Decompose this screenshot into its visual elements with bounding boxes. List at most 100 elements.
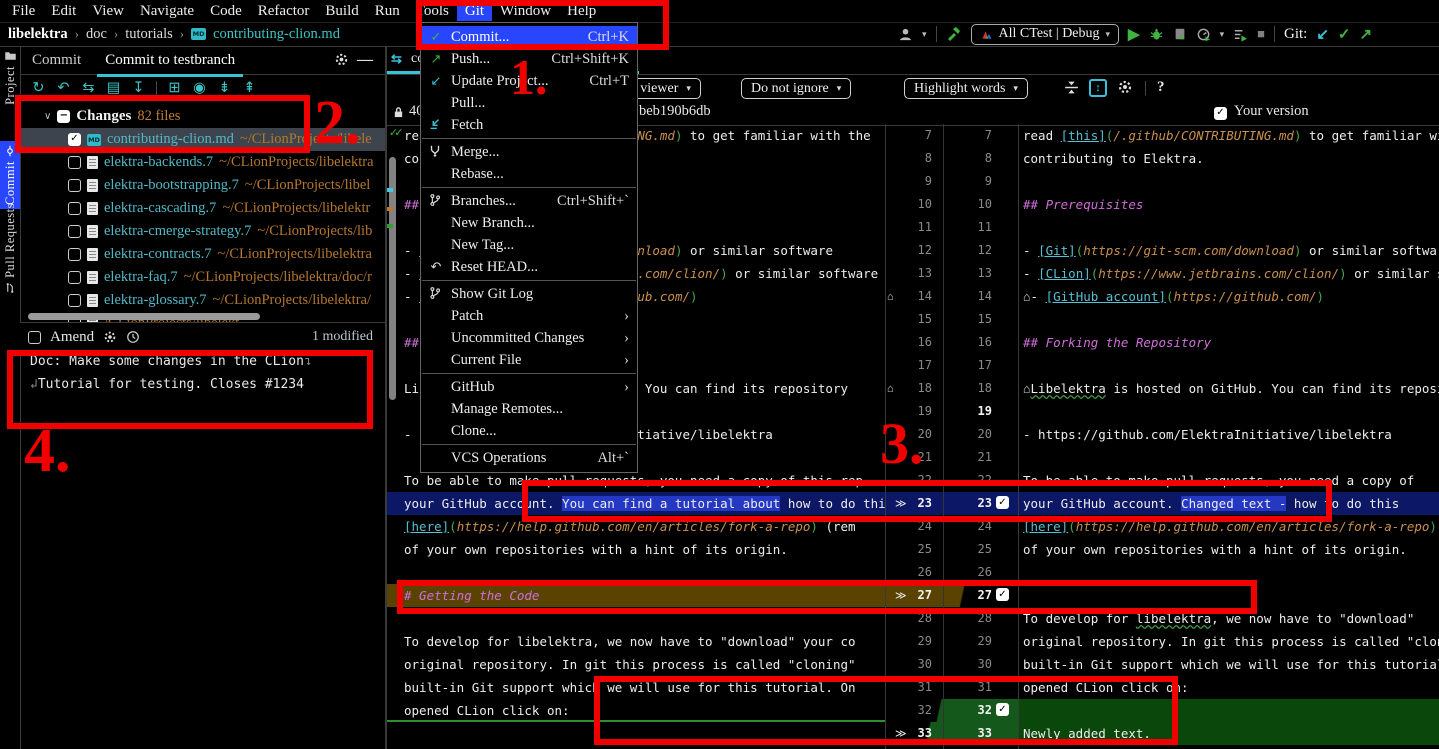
menu-build[interactable]: Build: [317, 2, 366, 21]
changes-checkbox[interactable]: −: [57, 110, 70, 123]
menu-view[interactable]: View: [84, 2, 132, 21]
menu-navigate[interactable]: Navigate: [132, 2, 202, 21]
menu-code[interactable]: Code: [202, 2, 250, 21]
file-checkbox[interactable]: [68, 225, 81, 238]
file-checkbox[interactable]: [68, 294, 81, 307]
file-row[interactable]: ✓MDcontributing-clion.md~/CLionProjects/…: [20, 128, 385, 151]
preview-diff-icon[interactable]: ◉: [187, 80, 212, 97]
git-menu-item-reset-head[interactable]: ↶Reset HEAD...: [421, 256, 637, 278]
git-menu-item-push[interactable]: ↗Push...Ctrl+Shift+K: [421, 48, 637, 70]
git-menu-item-manage-remotes[interactable]: Manage Remotes...: [421, 398, 637, 420]
vertical-scrollbar[interactable]: [389, 157, 396, 400]
commit-message-editor[interactable]: Doc: Make some changes in the CLion↴ ↲Tu…: [20, 350, 385, 482]
file-checkbox[interactable]: [68, 271, 81, 284]
profiler-button[interactable]: [1196, 27, 1211, 42]
git-menu-item-github[interactable]: GitHub›: [421, 376, 637, 398]
git-menu-item-new-tag[interactable]: New Tag...: [421, 234, 637, 256]
git-push-button[interactable]: ↗: [1359, 25, 1372, 44]
user-icon[interactable]: [898, 27, 913, 42]
git-menu-item-rebase[interactable]: Rebase...: [421, 163, 637, 185]
git-menu-item-current-file[interactable]: Current File›: [421, 349, 637, 371]
file-checkbox[interactable]: [68, 179, 81, 192]
stop-button[interactable]: ■: [1257, 26, 1265, 42]
collapse-unchanged-icon[interactable]: [1063, 79, 1080, 96]
rollback-icon[interactable]: ↶: [51, 80, 76, 97]
chevron-down-icon[interactable]: ∨: [44, 111, 51, 122]
git-menu-item-clone[interactable]: Clone...: [421, 420, 637, 442]
tab-commit-to-testbranch[interactable]: Commit to testbranch: [105, 52, 235, 69]
your-version-checkbox[interactable]: ✓: [1214, 107, 1227, 120]
menu-help[interactable]: Help: [559, 2, 604, 21]
file-row[interactable]: elektra-faq.7~/CLionProjects/libelektra/…: [20, 266, 385, 289]
file-row[interactable]: elektra-cascading.7~/CLionProjects/libel…: [20, 197, 385, 220]
git-menu-item-pull[interactable]: Pull...: [421, 92, 637, 114]
run-with-options-button[interactable]: [1233, 27, 1248, 42]
git-menu-item-show-git-log[interactable]: Show Git Log: [421, 283, 637, 305]
changelist-icon[interactable]: ▤: [101, 80, 126, 97]
chevron-down-icon[interactable]: ▾: [922, 29, 927, 40]
git-menu-item-patch[interactable]: Patch›: [421, 305, 637, 327]
sidebar-item-pull-requests[interactable]: Pull Requests: [0, 203, 20, 294]
gear-icon[interactable]: [334, 52, 349, 67]
horizontal-scrollbar[interactable]: [28, 313, 260, 320]
file-row[interactable]: elektra-contracts.7~/CLionProjects/libel…: [20, 243, 385, 266]
help-icon[interactable]: ?: [1157, 79, 1165, 96]
hide-icon[interactable]: —: [357, 51, 373, 69]
git-menu-item-commit[interactable]: ✓Commit...Ctrl+K: [421, 26, 637, 48]
git-menu-item-uncommitted-changes[interactable]: Uncommitted Changes›: [421, 327, 637, 349]
git-menu-item-new-branch[interactable]: New Branch...: [421, 212, 637, 234]
gear-icon[interactable]: [103, 330, 117, 344]
breadcrumb-item[interactable]: tutorials: [125, 26, 173, 43]
collapse-all-icon[interactable]: ⇞: [237, 80, 262, 97]
whitespace-select[interactable]: Do not ignore▾: [741, 78, 851, 99]
menu-refactor[interactable]: Refactor: [250, 2, 318, 21]
include-change-checkbox[interactable]: ✓: [996, 496, 1009, 509]
changes-node[interactable]: ∨ − Changes 82 files: [20, 105, 385, 128]
menu-window[interactable]: Window: [492, 2, 559, 21]
refresh-icon[interactable]: ↻: [26, 80, 51, 97]
file-row[interactable]: elektra-glossary.7~/CLionProjects/libele…: [20, 289, 385, 312]
file-checkbox[interactable]: [68, 156, 81, 169]
highlight-mode-select[interactable]: Highlight words▾: [904, 78, 1028, 99]
breadcrumb-item[interactable]: doc: [86, 26, 107, 43]
menu-edit[interactable]: Edit: [43, 2, 84, 21]
diff-right-editor[interactable]: read [this](/.github/CONTRIBUTING.md) to…: [1019, 124, 1439, 749]
file-checkbox[interactable]: [68, 248, 81, 261]
sidebar-item-commit[interactable]: Commit: [0, 141, 20, 209]
git-menu-item-merge[interactable]: Merge...: [421, 141, 637, 163]
chevron-down-icon[interactable]: ▾: [1220, 29, 1225, 40]
file-row[interactable]: elektra-backends.7~/CLionProjects/libele…: [20, 151, 385, 174]
menu-tools[interactable]: Tools: [408, 2, 457, 21]
sync-scroll-icon[interactable]: ↕: [1089, 79, 1107, 97]
menu-run[interactable]: Run: [367, 2, 408, 21]
file-row[interactable]: elektra-cmerge-strategy.7~/CLionProjects…: [20, 220, 385, 243]
debug-button[interactable]: [1149, 27, 1164, 42]
group-by-icon[interactable]: ⊞: [162, 80, 187, 97]
gear-icon[interactable]: [1117, 79, 1133, 95]
include-change-checkbox[interactable]: ✓: [996, 588, 1009, 601]
run-button[interactable]: ▶: [1128, 25, 1140, 44]
file-checkbox[interactable]: [68, 202, 81, 215]
git-menu-item-branches[interactable]: Branches...Ctrl+Shift+`: [421, 190, 637, 212]
menu-file[interactable]: File: [4, 2, 43, 21]
include-change-checkbox[interactable]: ✓: [996, 703, 1009, 716]
git-update-button[interactable]: ↙: [1316, 25, 1329, 44]
sidebar-item-project[interactable]: Project: [0, 50, 20, 105]
file-row[interactable]: elektra-bootstrapping.7~/CLionProjects/l…: [20, 174, 385, 197]
run-configuration-select[interactable]: All CTest | Debug ▾: [971, 24, 1120, 45]
expand-all-icon[interactable]: ⇟: [212, 80, 237, 97]
shelve-icon[interactable]: ⇆: [76, 80, 101, 97]
file-checkbox[interactable]: ✓: [68, 133, 81, 146]
git-commit-button[interactable]: ✓: [1338, 25, 1351, 44]
tab-commit[interactable]: Commit: [32, 52, 81, 69]
build-hammer-icon[interactable]: [946, 26, 962, 42]
history-icon[interactable]: [126, 330, 140, 344]
git-menu-item-fetch[interactable]: Fetch: [421, 114, 637, 136]
menu-git[interactable]: Git: [457, 2, 492, 21]
breadcrumb-item[interactable]: libelektra: [8, 26, 68, 43]
git-menu-item-vcs-operations[interactable]: VCS OperationsAlt+`: [421, 447, 637, 469]
git-menu-item-update-project[interactable]: ↙Update Project...Ctrl+T: [421, 70, 637, 92]
breadcrumb-file[interactable]: contributing-clion.md: [213, 26, 340, 43]
amend-checkbox[interactable]: [28, 331, 41, 344]
coverage-button[interactable]: [1173, 27, 1187, 41]
